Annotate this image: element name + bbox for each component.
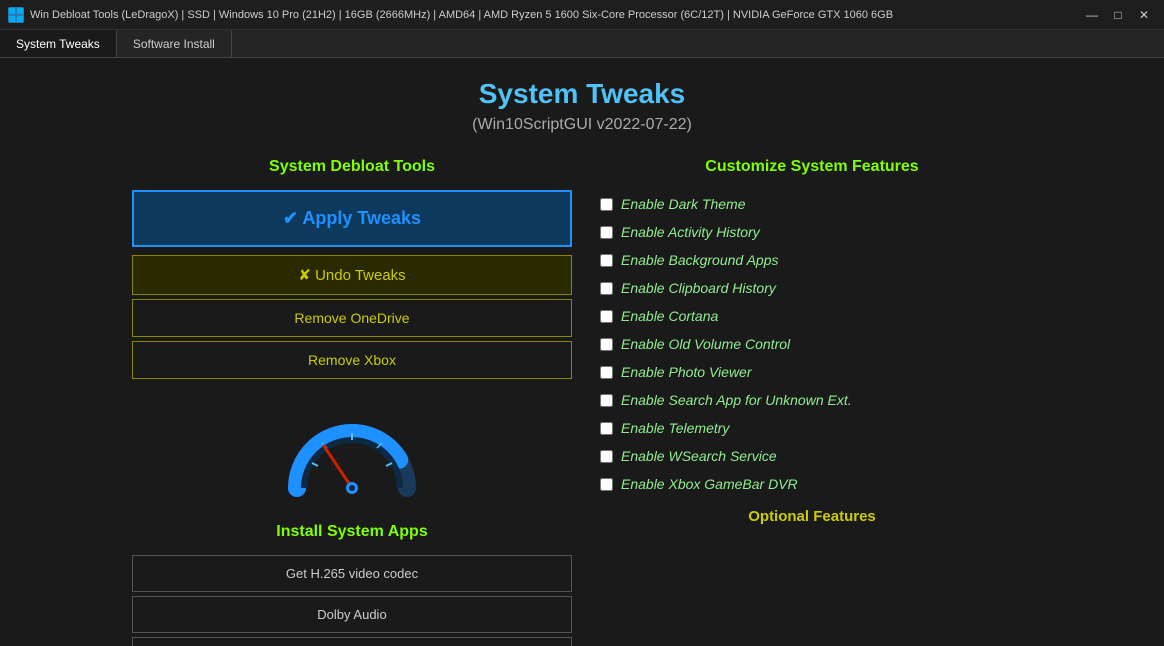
columns-layout: System Debloat Tools ✔ Apply Tweaks ✘ Un…	[132, 158, 1032, 646]
tab-system-tweaks[interactable]: System Tweaks	[0, 30, 117, 57]
checkbox-gamebar-dvr[interactable]: Enable Xbox GameBar DVR	[592, 470, 1032, 498]
checkbox-gamebar-dvr-input[interactable]	[600, 478, 613, 491]
checkbox-list: Enable Dark Theme Enable Activity Histor…	[592, 190, 1032, 498]
checkbox-cortana-label: Enable Cortana	[621, 308, 718, 324]
customize-section-title: Customize System Features	[592, 158, 1032, 176]
checkbox-photo-viewer[interactable]: Enable Photo Viewer	[592, 358, 1032, 386]
checkbox-photo-viewer-label: Enable Photo Viewer	[621, 364, 752, 380]
checkbox-old-volume-label: Enable Old Volume Control	[621, 336, 790, 352]
checkbox-wsearch-input[interactable]	[600, 450, 613, 463]
tab-bar: System Tweaks Software Install	[0, 30, 1164, 58]
checkbox-search-unknown-input[interactable]	[600, 394, 613, 407]
title-bar-controls: — □ ✕	[1080, 4, 1156, 26]
optional-features-title: Optional Features	[592, 508, 1032, 525]
checkbox-cortana-input[interactable]	[600, 310, 613, 323]
checkbox-wsearch[interactable]: Enable WSearch Service	[592, 442, 1032, 470]
checkbox-activity-history-label: Enable Activity History	[621, 224, 760, 240]
checkbox-old-volume[interactable]: Enable Old Volume Control	[592, 330, 1032, 358]
main-container: System Tweaks (Win10ScriptGUI v2022-07-2…	[0, 58, 1164, 646]
right-column: Customize System Features Enable Dark Th…	[592, 158, 1032, 525]
checkbox-clipboard-history[interactable]: Enable Clipboard History	[592, 274, 1032, 302]
checkbox-photo-viewer-input[interactable]	[600, 366, 613, 379]
gauge-svg	[282, 408, 422, 498]
checkbox-activity-history[interactable]: Enable Activity History	[592, 218, 1032, 246]
title-bar: Win Debloat Tools (LeDragoX) | SSD | Win…	[0, 0, 1164, 30]
checkbox-search-unknown-label: Enable Search App for Unknown Ext.	[621, 392, 852, 408]
onedrive-install-button[interactable]: OneDrive	[132, 637, 572, 646]
checkbox-telemetry-label: Enable Telemetry	[621, 420, 729, 436]
tab-software-install[interactable]: Software Install	[117, 30, 232, 57]
checkbox-cortana[interactable]: Enable Cortana	[592, 302, 1032, 330]
remove-xbox-button[interactable]: Remove Xbox	[132, 341, 572, 379]
debloat-section-title: System Debloat Tools	[269, 158, 435, 176]
checkbox-search-unknown[interactable]: Enable Search App for Unknown Ext.	[592, 386, 1032, 414]
install-section-title: Install System Apps	[276, 523, 427, 541]
content-area: System Tweaks (Win10ScriptGUI v2022-07-2…	[0, 58, 1164, 646]
checkbox-dark-theme-label: Enable Dark Theme	[621, 196, 746, 212]
checkbox-background-apps-label: Enable Background Apps	[621, 252, 778, 268]
remove-onedrive-button[interactable]: Remove OneDrive	[132, 299, 572, 337]
checkbox-telemetry-input[interactable]	[600, 422, 613, 435]
checkbox-dark-theme[interactable]: Enable Dark Theme	[592, 190, 1032, 218]
checkbox-background-apps[interactable]: Enable Background Apps	[592, 246, 1032, 274]
checkbox-telemetry[interactable]: Enable Telemetry	[592, 414, 1032, 442]
checkbox-wsearch-label: Enable WSearch Service	[621, 448, 777, 464]
undo-tweaks-button[interactable]: ✘ Undo Tweaks	[132, 255, 572, 295]
page-title: System Tweaks	[479, 78, 686, 110]
apply-tweaks-button[interactable]: ✔ Apply Tweaks	[132, 190, 572, 247]
dolby-audio-button[interactable]: Dolby Audio	[132, 596, 572, 633]
speedometer-gauge	[282, 403, 422, 503]
title-bar-text: Win Debloat Tools (LeDragoX) | SSD | Win…	[30, 9, 893, 21]
checkbox-old-volume-input[interactable]	[600, 338, 613, 351]
h265-codec-button[interactable]: Get H.265 video codec	[132, 555, 572, 592]
checkbox-gamebar-dvr-label: Enable Xbox GameBar DVR	[621, 476, 798, 492]
checkbox-dark-theme-input[interactable]	[600, 198, 613, 211]
checkbox-clipboard-history-label: Enable Clipboard History	[621, 280, 776, 296]
maximize-button[interactable]: □	[1106, 4, 1130, 26]
left-column: System Debloat Tools ✔ Apply Tweaks ✘ Un…	[132, 158, 572, 646]
minimize-button[interactable]: —	[1080, 4, 1104, 26]
checkbox-background-apps-input[interactable]	[600, 254, 613, 267]
checkbox-clipboard-history-input[interactable]	[600, 282, 613, 295]
app-icon	[8, 7, 24, 23]
checkbox-activity-history-input[interactable]	[600, 226, 613, 239]
page-subtitle: (Win10ScriptGUI v2022-07-22)	[472, 116, 692, 134]
close-button[interactable]: ✕	[1132, 4, 1156, 26]
title-bar-left: Win Debloat Tools (LeDragoX) | SSD | Win…	[8, 7, 1080, 23]
